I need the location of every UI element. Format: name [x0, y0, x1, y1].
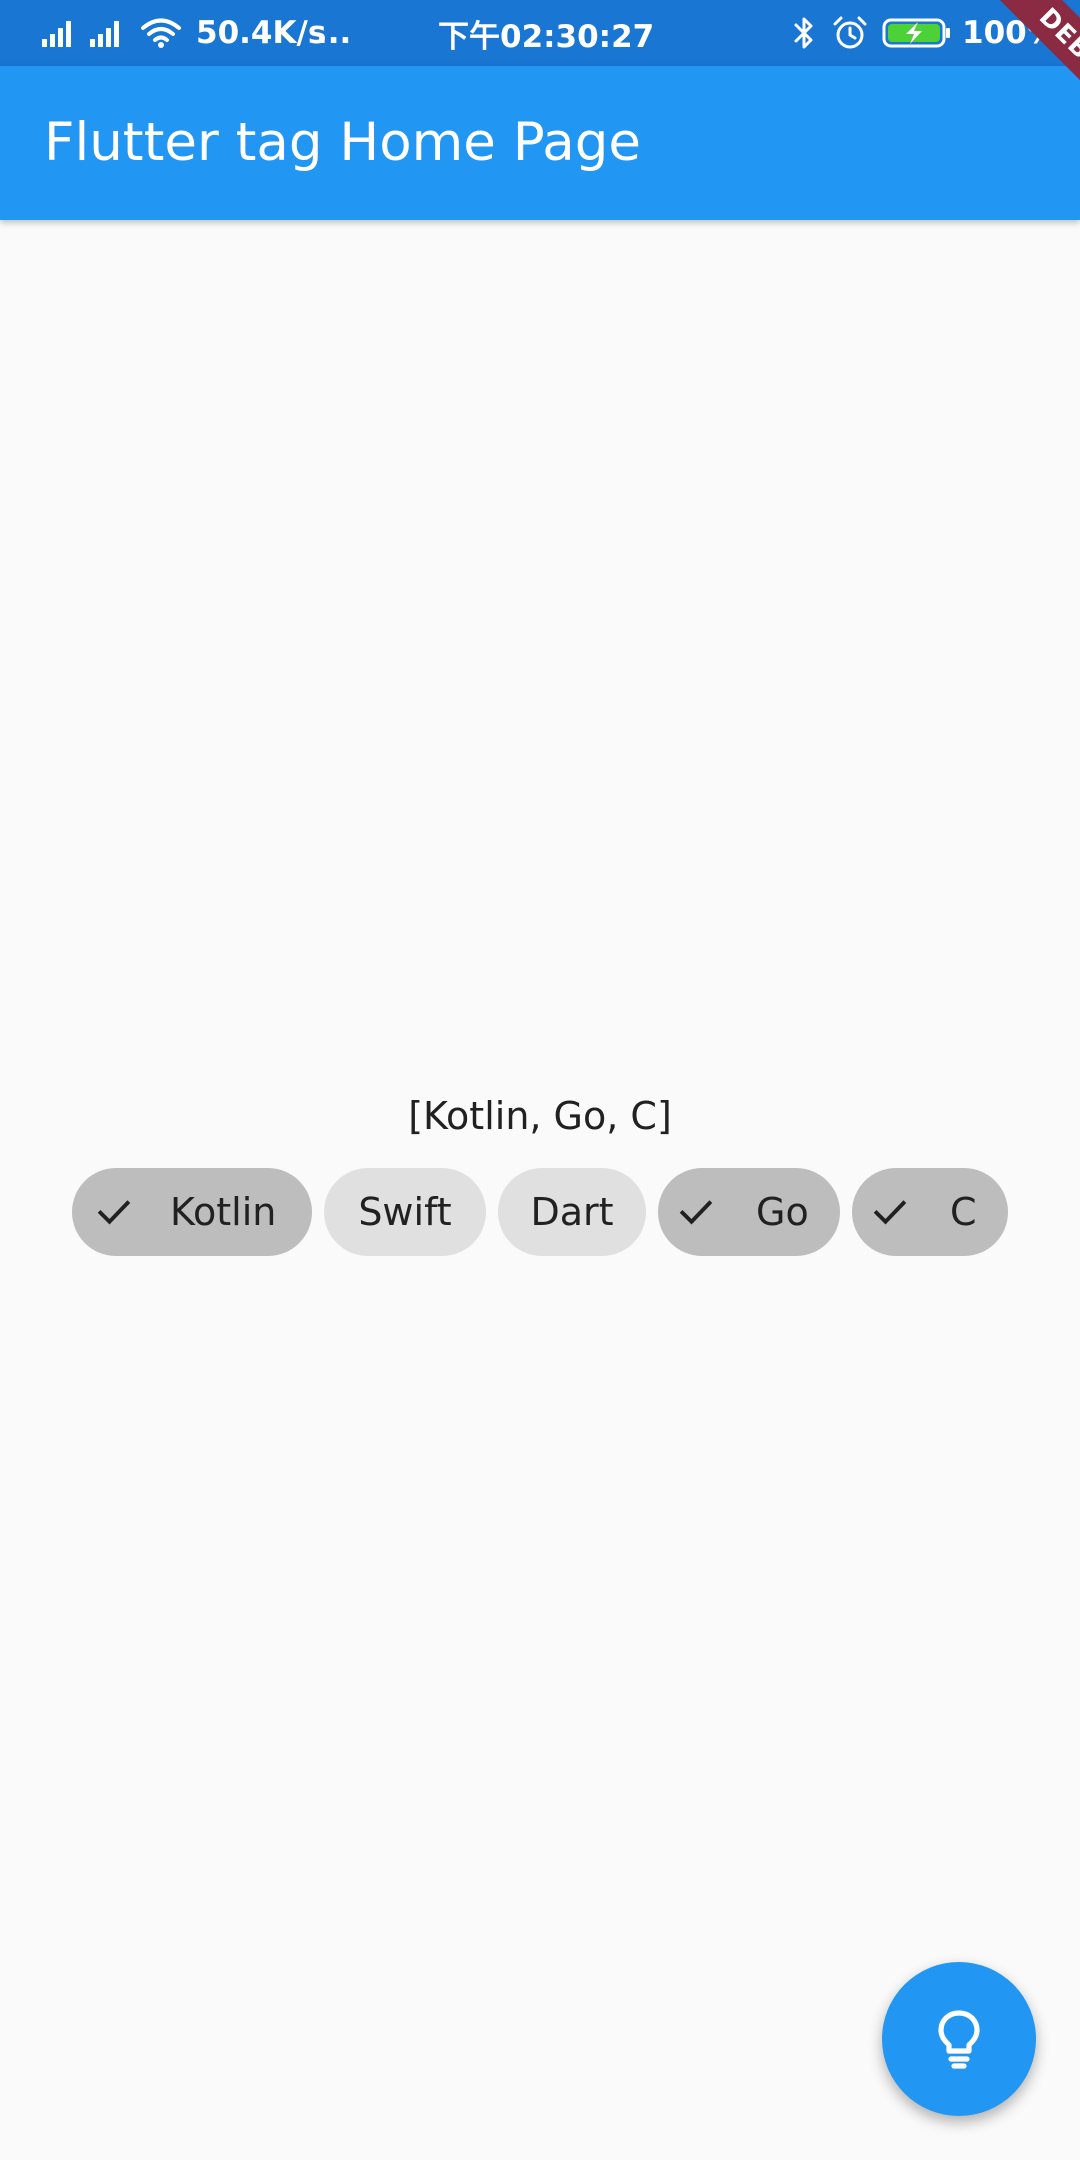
- alarm-icon: [832, 0, 868, 66]
- signal-icon: [42, 0, 76, 66]
- chip-label: Kotlin: [170, 1190, 277, 1234]
- check-icon: [873, 1200, 907, 1225]
- chip-label: Dart: [530, 1190, 614, 1234]
- check-icon: [679, 1200, 713, 1225]
- lightbulb-fab-button[interactable]: [882, 1962, 1036, 2116]
- chip-label: Go: [756, 1190, 809, 1234]
- lightbulb-icon: [938, 2010, 980, 2069]
- network-speed: 50.4K/s: [196, 15, 327, 51]
- chip-swift[interactable]: Swift: [324, 1168, 486, 1256]
- page-title: Flutter tag Home Page: [44, 112, 642, 173]
- selection-text: [Kotlin, Go, C]: [408, 1094, 672, 1138]
- status-bar: 50.4K/s ... 下午02:30:27 100%: [0, 0, 1080, 66]
- signal-icon: [90, 0, 124, 66]
- chip-label: C: [950, 1190, 977, 1234]
- battery-charging-icon: [882, 0, 952, 66]
- battery-level: 100%: [962, 15, 1058, 51]
- chip-label: Swift: [358, 1190, 452, 1234]
- chip-c[interactable]: C: [852, 1168, 1008, 1256]
- bluetooth-icon: [792, 0, 816, 66]
- chip-kotlin[interactable]: Kotlin: [72, 1168, 312, 1256]
- chip-go[interactable]: Go: [658, 1168, 840, 1256]
- chip-dart[interactable]: Dart: [498, 1168, 646, 1256]
- check-icon: [97, 1200, 131, 1225]
- status-more: ...: [316, 15, 352, 51]
- status-time: 下午02:30:27: [438, 18, 655, 55]
- wifi-icon: [140, 0, 182, 66]
- app-bar: Flutter tag Home Page: [0, 66, 1080, 220]
- chip-group: Kotlin Swift Dart Go C: [0, 1168, 1080, 1256]
